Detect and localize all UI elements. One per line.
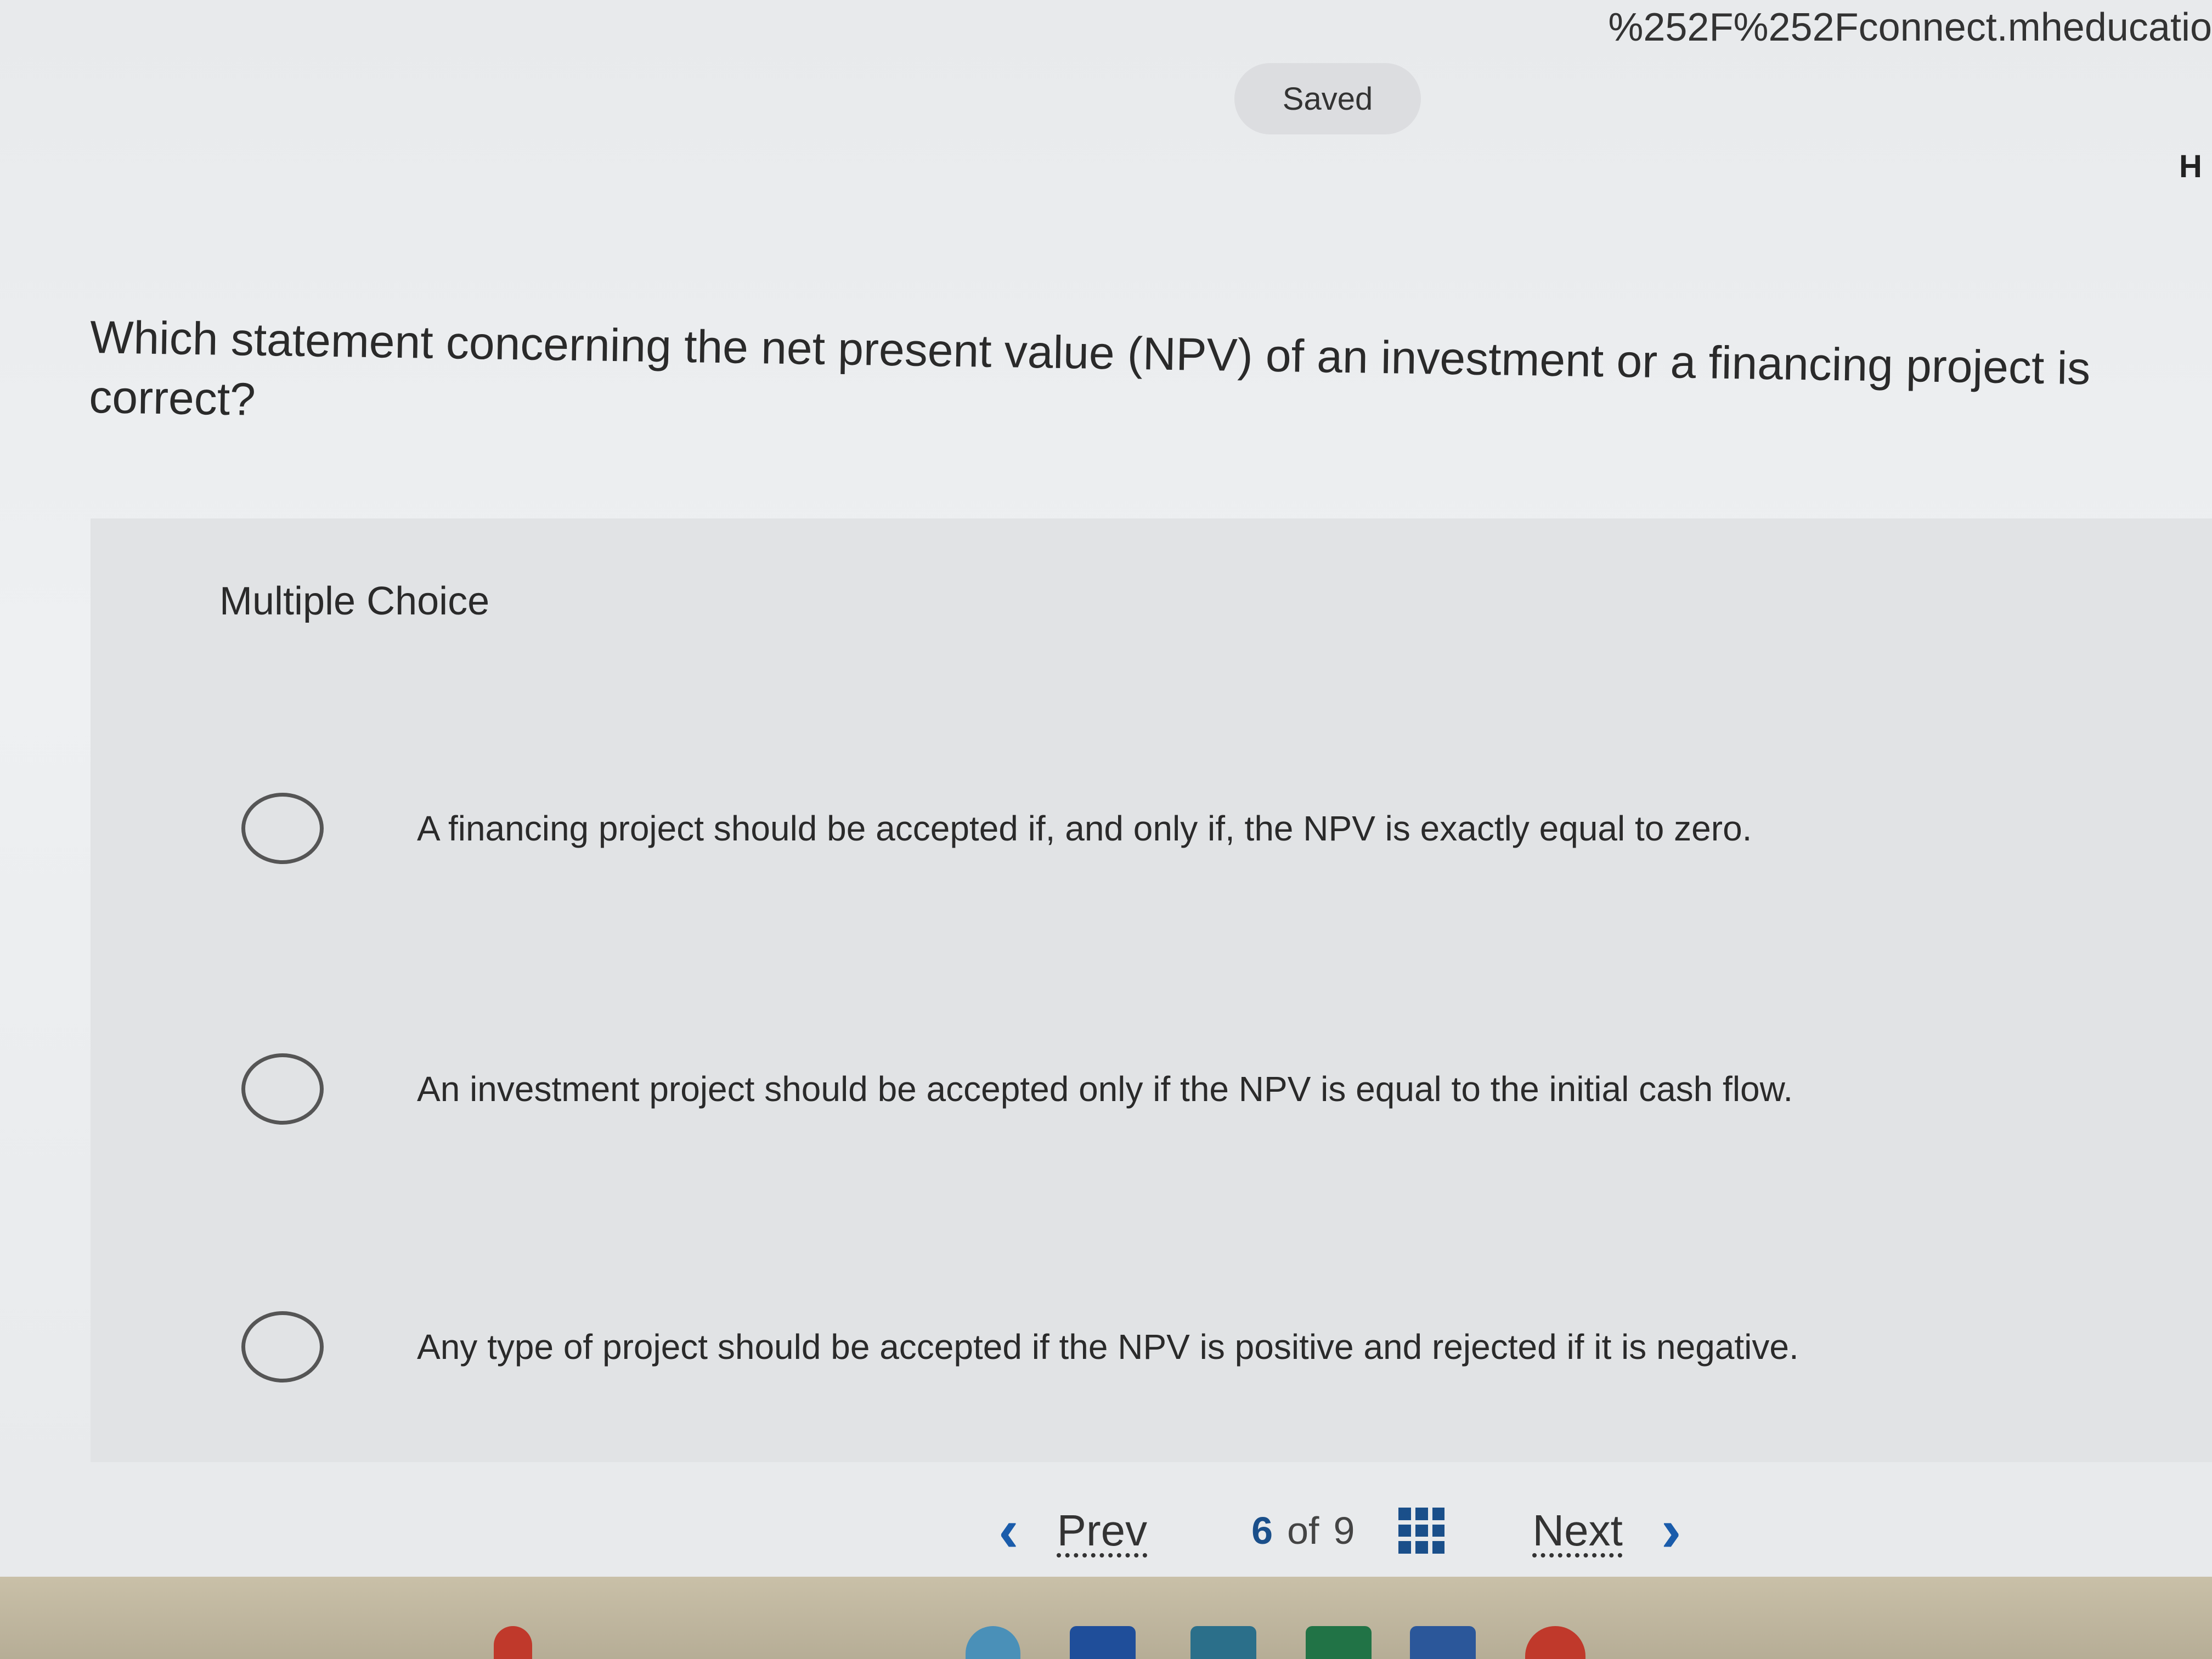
help-link[interactable]: H bbox=[2179, 148, 2212, 185]
excel-icon[interactable] bbox=[1306, 1626, 1372, 1659]
chevron-left-icon[interactable]: ‹ bbox=[998, 1500, 1019, 1561]
taskbar-app-icon[interactable] bbox=[494, 1626, 532, 1659]
chevron-right-icon[interactable]: › bbox=[1661, 1500, 1681, 1561]
saved-status-badge: Saved bbox=[1234, 63, 1421, 134]
multiple-choice-panel: Multiple Choice A financing project shou… bbox=[91, 518, 2212, 1462]
taskbar-app-icon[interactable] bbox=[966, 1626, 1020, 1659]
answer-option-label[interactable]: A financing project should be accepted i… bbox=[417, 808, 1752, 849]
radio-button[interactable] bbox=[241, 1053, 324, 1125]
total-pages-number: 9 bbox=[1333, 1509, 1355, 1552]
question-text: Which statement concerning the net prese… bbox=[88, 311, 2091, 425]
question-navigation: ‹ Prev 6 of 9 Next › bbox=[998, 1481, 1681, 1580]
current-page-number: 6 bbox=[1251, 1509, 1273, 1552]
answer-option[interactable]: Any type of project should be accepted i… bbox=[241, 1292, 2107, 1402]
grid-icon[interactable] bbox=[1398, 1508, 1445, 1554]
page-indicator: 6 of 9 bbox=[1251, 1509, 1355, 1553]
prev-button[interactable]: ‹ Prev bbox=[998, 1500, 1147, 1561]
answer-option[interactable]: A financing project should be accepted i… bbox=[241, 774, 2107, 883]
address-bar-url[interactable]: %252F%252Fconnect.mheducatio bbox=[1586, 0, 2212, 60]
answer-option-label[interactable]: Any type of project should be accepted i… bbox=[417, 1327, 1799, 1367]
answer-option[interactable]: An investment project should be accepted… bbox=[241, 1034, 2107, 1144]
next-button[interactable]: Next › bbox=[1532, 1500, 1681, 1561]
word-icon[interactable] bbox=[1410, 1626, 1476, 1659]
page: %252F%252Fconnect.mheducatio Saved H Whi… bbox=[0, 0, 2212, 1659]
os-taskbar bbox=[0, 1577, 2212, 1659]
radio-button[interactable] bbox=[241, 1311, 324, 1383]
chrome-icon[interactable] bbox=[1525, 1626, 1585, 1659]
taskbar-app-icon[interactable] bbox=[1190, 1626, 1256, 1659]
next-label[interactable]: Next bbox=[1532, 1505, 1623, 1556]
radio-button[interactable] bbox=[241, 793, 324, 864]
question-type-label: Multiple Choice bbox=[219, 579, 490, 623]
page-of-label: of bbox=[1287, 1509, 1319, 1552]
prev-label[interactable]: Prev bbox=[1057, 1505, 1148, 1556]
taskbar-app-icon[interactable] bbox=[1070, 1626, 1136, 1659]
answer-option-label[interactable]: An investment project should be accepted… bbox=[417, 1069, 1793, 1109]
